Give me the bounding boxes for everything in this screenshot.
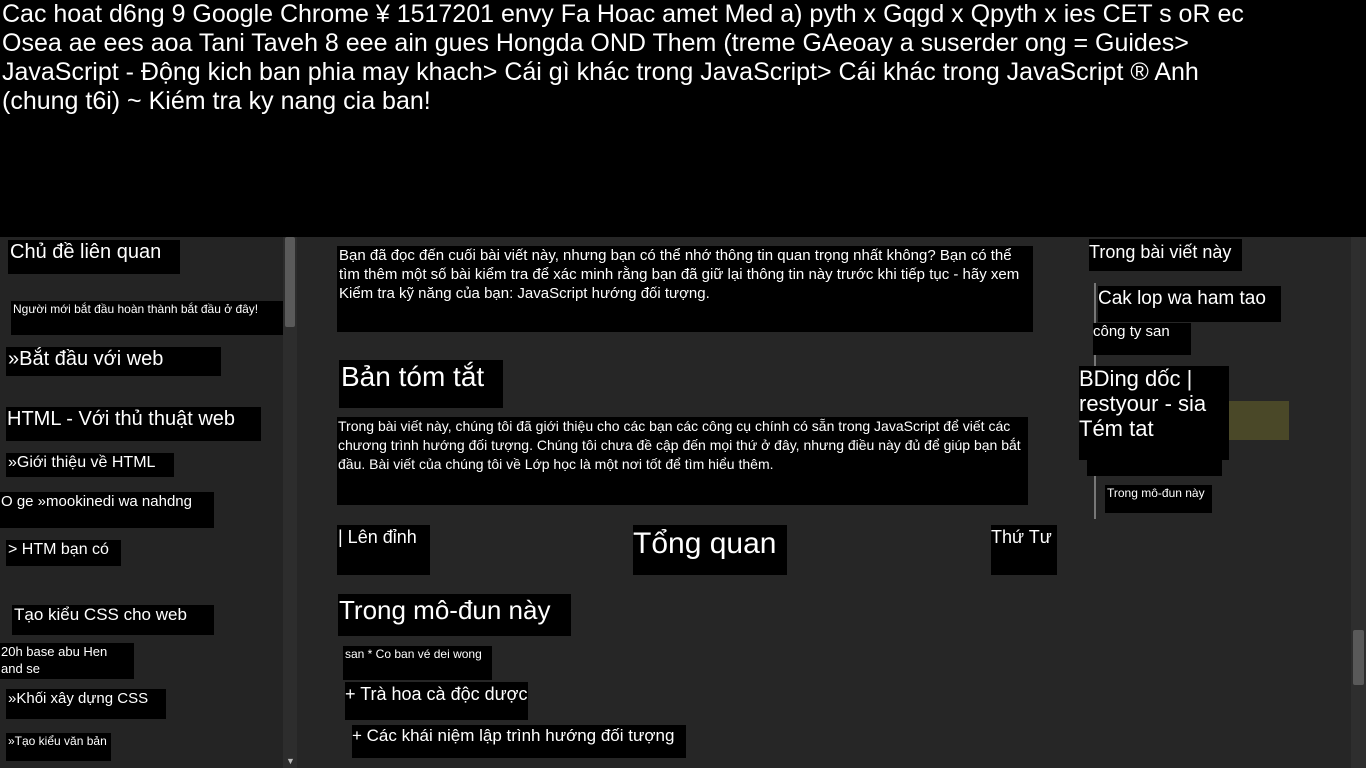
sidebar-css-note-line: 20h base abu Hen xyxy=(1,644,108,659)
sidebar-scrollbar-thumb[interactable] xyxy=(285,237,295,327)
sidebar-beginners-note[interactable]: Người mới bắt đầu hoàn thành bắt đầu ở đ… xyxy=(11,301,283,335)
toc-underline-block xyxy=(1087,460,1222,476)
sidebar-item-getting-started[interactable]: »Bắt đầu với web xyxy=(6,347,221,376)
header-line: Osea ae ees aoa Tani Taveh 8 eee ain gue… xyxy=(2,29,1189,57)
sidebar-item-html-intro[interactable]: »Giới thiệu về HTML xyxy=(6,453,174,477)
summary-heading: Bản tóm tắt xyxy=(339,360,503,408)
sidebar-item-htm[interactable]: > HTM bạn có xyxy=(6,540,121,566)
header-line: Cac hoat d6ng 9 Google Chrome ¥ 1517201 … xyxy=(2,0,1244,28)
toc-item-active[interactable]: BDing dốc | restyour - sia Tém tat xyxy=(1079,366,1229,460)
sidebar-item-css-blocks[interactable]: »Khối xây dựng CSS xyxy=(6,689,166,719)
toc-item[interactable]: Trong mô-đun này xyxy=(1105,485,1212,513)
header-line: (chung t6i) ~ Kiém tra ky nang cia ban! xyxy=(2,87,431,115)
next-link[interactable]: Thứ Tư xyxy=(991,525,1057,575)
toc-item-line: BDing dốc | xyxy=(1079,366,1193,391)
sidebar-css-note-line: and se xyxy=(1,661,41,676)
overview-link[interactable]: Tổng quan xyxy=(633,525,787,575)
toc-item[interactable]: công ty san xyxy=(1093,323,1191,355)
sidebar-css-note: 20h base abu Hen and se xyxy=(0,643,134,679)
toc-item-line: restyour - sia xyxy=(1079,391,1207,416)
sidebar-item-text-styling[interactable]: »Tạo kiểu văn bản xyxy=(6,733,111,761)
scroll-down-arrow-icon[interactable]: ▼ xyxy=(286,756,295,766)
window-header-text: Cac hoat d6ng 9 Google Chrome ¥ 1517201 … xyxy=(0,0,1366,237)
intro-paragraph: Bạn đã đọc đến cuối bài viết này, nhưng … xyxy=(337,246,1033,332)
module-heading: Trong mô-đun này xyxy=(338,594,571,636)
back-to-top-link[interactable]: | Lên đỉnh xyxy=(337,525,430,575)
summary-paragraph: Trong bài viết này, chúng tôi đã giới th… xyxy=(337,417,1028,505)
sidebar-heading-css[interactable]: Tạo kiểu CSS cho web xyxy=(12,605,214,635)
article-content: Bạn đã đọc đến cuối bài viết này, nhưng … xyxy=(297,237,1351,768)
module-item[interactable]: + Trà hoa cà độc dược xyxy=(345,682,528,720)
main-scrollbar-thumb[interactable] xyxy=(1353,630,1364,685)
toc-title: Trong bài viết này xyxy=(1089,239,1242,271)
module-item[interactable]: + Các khái niệm lập trình hướng đối tượn… xyxy=(352,725,686,758)
module-item[interactable]: san * Co ban vé dei wong xyxy=(343,646,492,680)
main-scrollbar[interactable] xyxy=(1351,237,1366,768)
related-topics-sidebar: Chủ đề liên quan Người mới bắt đầu hoàn … xyxy=(0,237,283,768)
sidebar-item-noisy[interactable]: O ge »mookinedi wa nahdng xyxy=(0,492,214,528)
header-line: JavaScript - Động kich ban phia may khac… xyxy=(2,58,1199,86)
sidebar-heading-html[interactable]: HTML - Với thủ thuật web xyxy=(6,407,261,441)
sidebar-scrollbar[interactable]: ▼ xyxy=(283,237,297,768)
toc-item[interactable]: Cak lop wa ham tao xyxy=(1098,286,1281,322)
toc-item-line: Tém tat xyxy=(1079,416,1154,441)
sidebar-title: Chủ đề liên quan xyxy=(8,240,180,274)
